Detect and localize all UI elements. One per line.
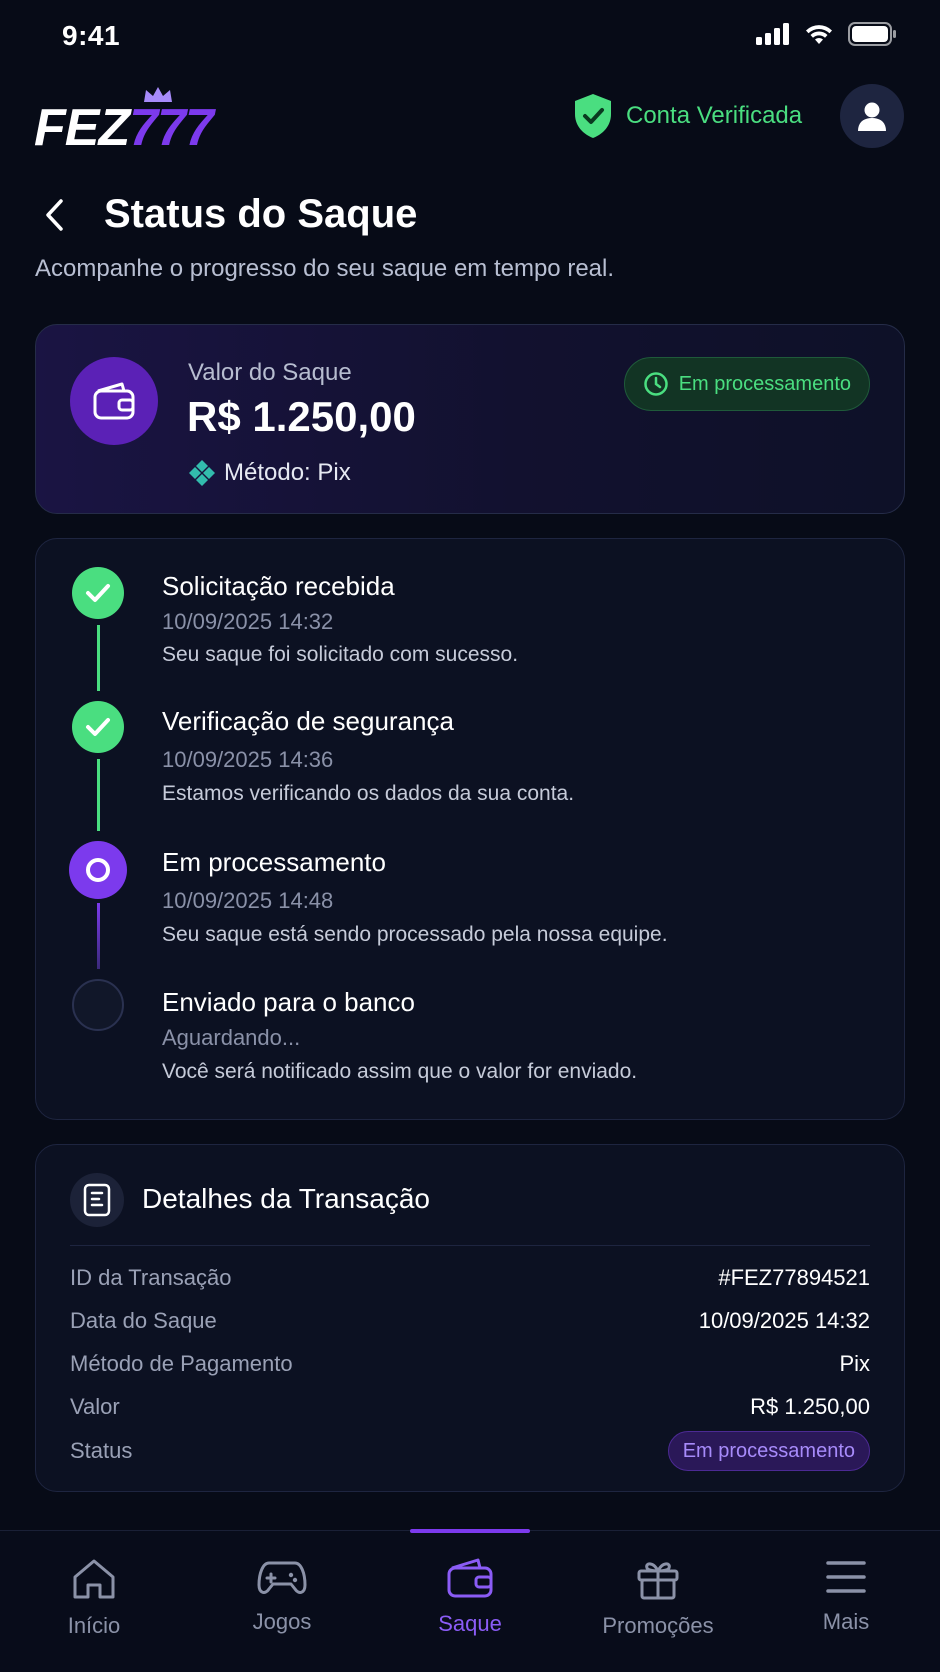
payment-method-label: Método: Pix bbox=[224, 459, 351, 486]
wallet-avatar bbox=[70, 357, 158, 445]
details-icon-wrapper bbox=[70, 1173, 124, 1227]
amount-value: R$ 1.250,00 bbox=[187, 393, 416, 440]
amount-label: Valor do Saque bbox=[188, 359, 352, 386]
logo-text-fez: FEZ bbox=[34, 99, 130, 157]
active-tab-indicator bbox=[410, 1529, 530, 1533]
nav-item-jogos[interactable]: Jogos bbox=[202, 1557, 362, 1635]
page-subtitle: Acompanhe o progresso do seu saque em te… bbox=[35, 255, 615, 282]
status-badge: Em processamento bbox=[667, 1431, 870, 1471]
nav-label: Mais bbox=[822, 1609, 870, 1634]
profile-avatar-button[interactable] bbox=[840, 84, 904, 148]
detail-value: R$ 1.250,00 bbox=[750, 1394, 870, 1419]
step-done-indicator bbox=[72, 567, 124, 619]
payment-method: Método: Pix bbox=[188, 459, 351, 487]
step-done-indicator bbox=[72, 701, 124, 753]
detail-row-date: Data do Saque 10/09/2025 14:32 bbox=[70, 1303, 870, 1339]
detail-label: Data do Saque bbox=[70, 1308, 217, 1333]
menu-icon bbox=[826, 1561, 866, 1593]
nav-item-saque[interactable]: Saque bbox=[390, 1557, 550, 1637]
bottom-navigation: Início Jogos Saque Promoções Mais bbox=[0, 1529, 940, 1672]
nav-label: Início bbox=[67, 1613, 121, 1638]
detail-label: Método de Pagamento bbox=[70, 1351, 293, 1376]
detail-value: 10/09/2025 14:32 bbox=[698, 1308, 870, 1333]
step-title: Verificação de segurança bbox=[162, 706, 454, 736]
transaction-details-card: Detalhes da Transação ID da Transação #F… bbox=[35, 1144, 905, 1492]
details-divider bbox=[70, 1245, 870, 1246]
wallet-icon bbox=[447, 1558, 493, 1598]
step-time: Aguardando... bbox=[162, 1025, 301, 1050]
detail-label: Status bbox=[70, 1438, 133, 1463]
nav-label: Saque bbox=[438, 1611, 502, 1636]
app-header: FEZ 777 Conta Verificada bbox=[0, 82, 940, 168]
detail-value: Pix bbox=[839, 1351, 870, 1376]
step-pending-indicator bbox=[72, 979, 124, 1031]
detail-label: ID da Transação bbox=[70, 1265, 232, 1290]
check-icon bbox=[86, 718, 110, 736]
step-time: 10/09/2025 14:36 bbox=[162, 747, 334, 772]
detail-row-amount: Valor R$ 1.250,00 bbox=[70, 1389, 870, 1425]
timeline-connector-2 bbox=[97, 759, 100, 831]
withdrawal-timeline: Solicitação recebida 10/09/2025 14:32 Se… bbox=[35, 538, 905, 1120]
logo-text-777: 777 bbox=[129, 99, 214, 157]
progress-ring-icon bbox=[86, 858, 110, 882]
user-icon bbox=[858, 102, 886, 131]
back-button[interactable] bbox=[34, 193, 74, 237]
page-title-row: Status do Saque bbox=[34, 192, 417, 237]
step-description: Seu saque foi solicitado com sucesso. bbox=[162, 643, 519, 666]
nav-item-promocoes[interactable]: Promoções bbox=[578, 1557, 738, 1639]
nav-item-inicio[interactable]: Início bbox=[14, 1557, 174, 1639]
nav-item-mais[interactable]: Mais bbox=[766, 1557, 926, 1635]
verified-label: Conta Verificada bbox=[626, 102, 803, 129]
status-pill-label: Em processamento bbox=[678, 372, 851, 395]
clock-icon bbox=[643, 372, 668, 396]
crown-icon bbox=[144, 87, 172, 102]
shield-check-icon bbox=[575, 94, 611, 138]
pix-icon bbox=[189, 460, 215, 486]
detail-row-status: Status Em processamento bbox=[70, 1431, 870, 1471]
step-time: 10/09/2025 14:48 bbox=[162, 888, 334, 913]
detail-label: Valor bbox=[70, 1394, 120, 1419]
receipt-icon bbox=[83, 1183, 111, 1217]
details-title: Detalhes da Transação bbox=[142, 1183, 430, 1214]
page-title: Status do Saque bbox=[104, 192, 418, 236]
detail-row-transaction-id: ID da Transação #FEZ77894521 bbox=[70, 1260, 870, 1296]
nav-label: Promoções bbox=[602, 1613, 714, 1638]
wallet-icon bbox=[93, 382, 135, 420]
step-time: 10/09/2025 14:32 bbox=[162, 609, 334, 634]
status-bar: 9:41 bbox=[0, 0, 940, 74]
home-icon bbox=[73, 1559, 115, 1599]
processing-status-pill: Em processamento bbox=[623, 357, 870, 411]
timeline-connector-1 bbox=[97, 625, 100, 691]
timeline-connector-3 bbox=[97, 903, 100, 969]
nav-label: Jogos bbox=[252, 1609, 312, 1634]
chevron-left-icon bbox=[46, 198, 63, 231]
brand-logo[interactable]: FEZ 777 bbox=[34, 87, 214, 158]
gift-icon bbox=[637, 1562, 679, 1600]
detail-value[interactable]: #FEZ77894521 bbox=[718, 1265, 870, 1291]
gamepad-icon bbox=[257, 1561, 307, 1594]
step-active-indicator bbox=[69, 841, 127, 899]
step-description: Seu saque está sendo processado pela nos… bbox=[162, 923, 668, 946]
check-icon bbox=[86, 584, 110, 602]
wifi-icon bbox=[806, 25, 832, 44]
signal-icon bbox=[756, 23, 789, 45]
withdrawal-amount-card: Valor do Saque R$ 1.250,00 Método: Pix E… bbox=[35, 324, 905, 514]
detail-row-method: Método de Pagamento Pix bbox=[70, 1346, 870, 1382]
step-description: Estamos verificando os dados da sua cont… bbox=[162, 782, 575, 805]
status-time: 9:41 bbox=[62, 20, 121, 51]
step-description: Você será notificado assim que o valor f… bbox=[162, 1060, 638, 1083]
step-title: Enviado para o banco bbox=[162, 987, 415, 1017]
battery-icon bbox=[848, 22, 896, 46]
status-icons bbox=[756, 22, 896, 46]
verified-badge: Conta Verificada bbox=[572, 92, 802, 140]
step-title: Solicitação recebida bbox=[162, 571, 395, 601]
step-title: Em processamento bbox=[162, 847, 386, 877]
